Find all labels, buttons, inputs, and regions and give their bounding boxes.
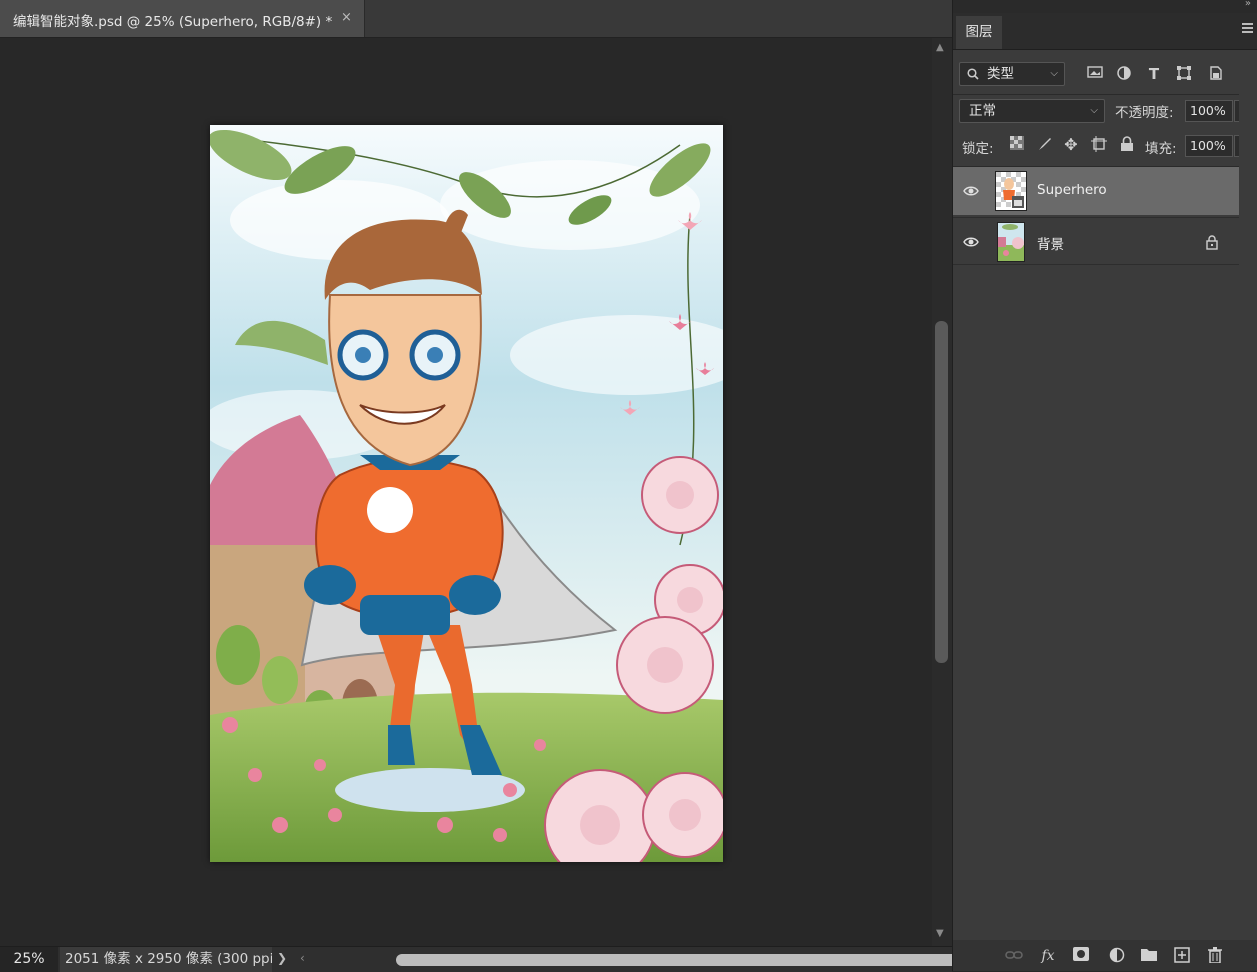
layer-name-superhero[interactable]: Superhero	[1037, 182, 1107, 198]
vertical-scrollbar[interactable]: ▲ ▼	[932, 38, 952, 946]
lock-position-icon[interactable]: ✥	[1062, 136, 1080, 154]
blend-mode-value: 正常	[969, 103, 996, 119]
layers-panel: » 图层 类型 ⌵ T 正常 ⌵ 不透明度: 100% 锁定: ✥ 填充: 10…	[952, 0, 1257, 971]
layers-scrollbar[interactable]	[1239, 50, 1257, 940]
panel-menu-icon[interactable]	[1242, 23, 1253, 35]
chevron-down-icon: ⌵	[1090, 105, 1098, 116]
link-layers-icon[interactable]	[1005, 947, 1023, 965]
opacity-label: 不透明度:	[1115, 105, 1174, 121]
document-title: 编辑智能对象.psd @ 25% (Superhero, RGB/8#) *	[13, 14, 333, 30]
layers-panel-footer: fx	[953, 940, 1257, 971]
document-info: 2051 像素 x 2950 像素 (300 ppi)	[60, 947, 272, 972]
smart-object-filter-icon[interactable]	[1206, 65, 1224, 83]
status-bar: 25% 2051 像素 x 2950 像素 (300 ppi) ❯ ‹	[0, 946, 1020, 972]
adjustment-filter-icon[interactable]	[1115, 65, 1133, 83]
fx-icon[interactable]: fx	[1039, 947, 1057, 965]
shape-filter-icon[interactable]	[1175, 65, 1193, 83]
document-tab-bar: 编辑智能对象.psd @ 25% (Superhero, RGB/8#) * ×	[0, 0, 952, 38]
vertical-scroll-thumb[interactable]	[935, 321, 948, 663]
document-tab[interactable]: 编辑智能对象.psd @ 25% (Superhero, RGB/8#) * ×	[0, 0, 365, 37]
horizontal-scroll-thumb[interactable]	[396, 954, 1020, 966]
panel-dock-header: »	[953, 0, 1257, 13]
scroll-left-icon[interactable]: ‹	[300, 951, 305, 965]
canvas-artwork[interactable]	[210, 125, 723, 862]
layer-lock-icon	[1206, 235, 1218, 250]
lock-all-icon[interactable]	[1118, 136, 1136, 154]
lock-label: 锁定:	[962, 141, 994, 157]
layer-row-superhero[interactable]: Superhero	[953, 167, 1239, 215]
opacity-input[interactable]: 100%	[1185, 100, 1233, 122]
delete-layer-icon[interactable]	[1206, 947, 1224, 965]
layer-thumbnail-background	[997, 222, 1025, 262]
tab-layers[interactable]: 图层	[956, 16, 1002, 49]
new-layer-icon[interactable]	[1173, 947, 1191, 965]
blend-mode-select[interactable]: 正常 ⌵	[959, 99, 1105, 123]
chevron-down-icon: ⌵	[1050, 68, 1058, 79]
lock-artboard-icon[interactable]	[1090, 136, 1108, 154]
info-menu-arrow-icon[interactable]: ❯	[277, 951, 287, 965]
close-icon[interactable]: ×	[341, 10, 352, 25]
layers-panel-body: 类型 ⌵ T 正常 ⌵ 不透明度: 100% ⌵ 锁定:	[953, 50, 1257, 940]
fill-input[interactable]: 100%	[1185, 135, 1233, 157]
layer-filter-label: 类型	[987, 66, 1014, 82]
fill-label: 填充:	[1145, 141, 1177, 157]
superhero-illustration	[210, 125, 723, 862]
scroll-down-icon[interactable]: ▼	[936, 928, 944, 939]
lock-image-icon[interactable]	[1036, 136, 1054, 154]
collapse-panels-icon[interactable]: »	[1245, 0, 1251, 9]
add-mask-icon[interactable]	[1072, 947, 1090, 965]
layer-row-background[interactable]: 背景	[953, 217, 1239, 265]
panel-tab-bar: 图层	[953, 13, 1257, 50]
visibility-eye-icon[interactable]	[963, 234, 979, 250]
lock-transparent-icon[interactable]	[1008, 136, 1026, 154]
search-icon	[967, 68, 979, 80]
visibility-eye-icon[interactable]	[963, 183, 979, 199]
layer-thumbnail-superhero	[995, 171, 1027, 211]
scroll-up-icon[interactable]: ▲	[936, 42, 944, 53]
new-adjustment-icon[interactable]	[1108, 947, 1126, 965]
new-group-icon[interactable]	[1140, 947, 1158, 965]
zoom-field[interactable]: 25%	[0, 947, 58, 972]
image-filter-icon[interactable]	[1086, 65, 1104, 83]
type-filter-icon[interactable]: T	[1145, 65, 1163, 83]
layer-name-background[interactable]: 背景	[1037, 233, 1064, 253]
layer-filter-select[interactable]: 类型 ⌵	[959, 62, 1065, 86]
